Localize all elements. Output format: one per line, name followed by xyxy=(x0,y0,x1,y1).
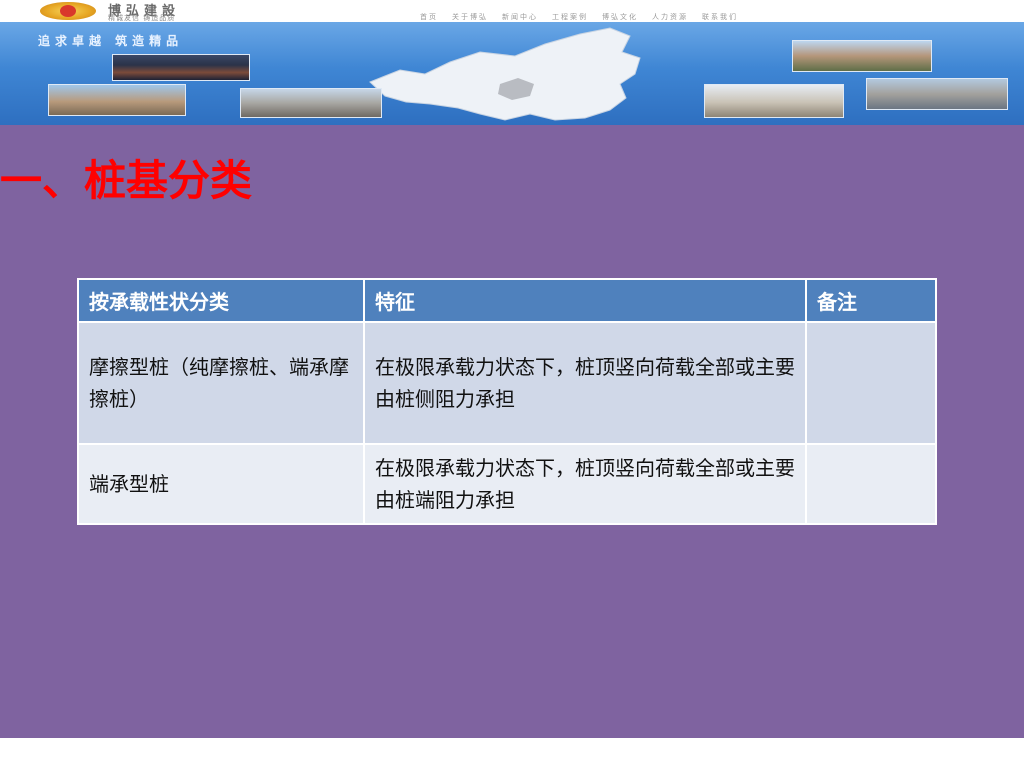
table-row: 摩擦型桩（纯摩擦桩、端承摩擦桩） 在极限承载力状态下，桩顶竖向荷载全部或主要由桩… xyxy=(77,321,937,445)
cell-remark xyxy=(805,321,937,445)
slide-area: 一、桩基分类 按承载性状分类 特征 备注 摩擦型桩（纯摩擦桩、端承摩擦桩） 在极… xyxy=(0,125,1024,738)
nav-item-projects[interactable]: 工程案例 xyxy=(552,12,588,22)
building-photo-night-city xyxy=(112,54,250,81)
nav-item-hr[interactable]: 人力资源 xyxy=(652,12,688,22)
banner-slogan: 追求卓越 筑造精品 xyxy=(38,34,184,48)
building-photo-facade xyxy=(866,78,1008,110)
bottom-strip xyxy=(0,738,1024,768)
table-header-row: 按承载性状分类 特征 备注 xyxy=(77,278,937,323)
column-header-feature: 特征 xyxy=(363,278,807,323)
pile-classification-table: 按承载性状分类 特征 备注 摩擦型桩（纯摩擦桩、端承摩擦桩） 在极限承载力状态下… xyxy=(77,278,937,525)
cell-feature: 在极限承载力状态下，桩顶竖向荷载全部或主要由桩侧阻力承担 xyxy=(363,321,807,445)
nav-item-culture[interactable]: 博弘文化 xyxy=(602,12,638,22)
main-nav: 首页 关于博弘 新闻中心 工程案例 博弘文化 人力资源 联系我们 xyxy=(420,12,738,22)
slide-title: 一、桩基分类 xyxy=(0,156,253,205)
table-row: 端承型桩 在极限承载力状态下，桩顶竖向荷载全部或主要由桩端阻力承担 xyxy=(77,443,937,525)
column-header-remark: 备注 xyxy=(805,278,937,323)
company-logo-icon[interactable] xyxy=(40,2,96,20)
building-photo-highrise xyxy=(704,84,844,118)
building-photo-complex xyxy=(792,40,932,72)
nav-item-about[interactable]: 关于博弘 xyxy=(452,12,488,22)
cell-remark xyxy=(805,443,937,525)
china-map-icon xyxy=(369,27,641,121)
nav-item-contact[interactable]: 联系我们 xyxy=(702,12,738,22)
site-header: 博弘建設 精诚友信 铸造品质 首页 关于博弘 新闻中心 工程案例 博弘文化 人力… xyxy=(0,0,1024,22)
column-header-category: 按承载性状分类 xyxy=(77,278,365,323)
cell-feature: 在极限承载力状态下，桩顶竖向荷载全部或主要由桩端阻力承担 xyxy=(363,443,807,525)
nav-item-home[interactable]: 首页 xyxy=(420,12,438,22)
cell-category: 端承型桩 xyxy=(77,443,365,525)
nav-item-news[interactable]: 新闻中心 xyxy=(502,12,538,22)
cell-category: 摩擦型桩（纯摩擦桩、端承摩擦桩） xyxy=(77,321,365,445)
building-photo-towers xyxy=(240,88,382,118)
header-banner: 追求卓越 筑造精品 xyxy=(0,22,1024,125)
building-photo-apartments xyxy=(48,84,186,116)
